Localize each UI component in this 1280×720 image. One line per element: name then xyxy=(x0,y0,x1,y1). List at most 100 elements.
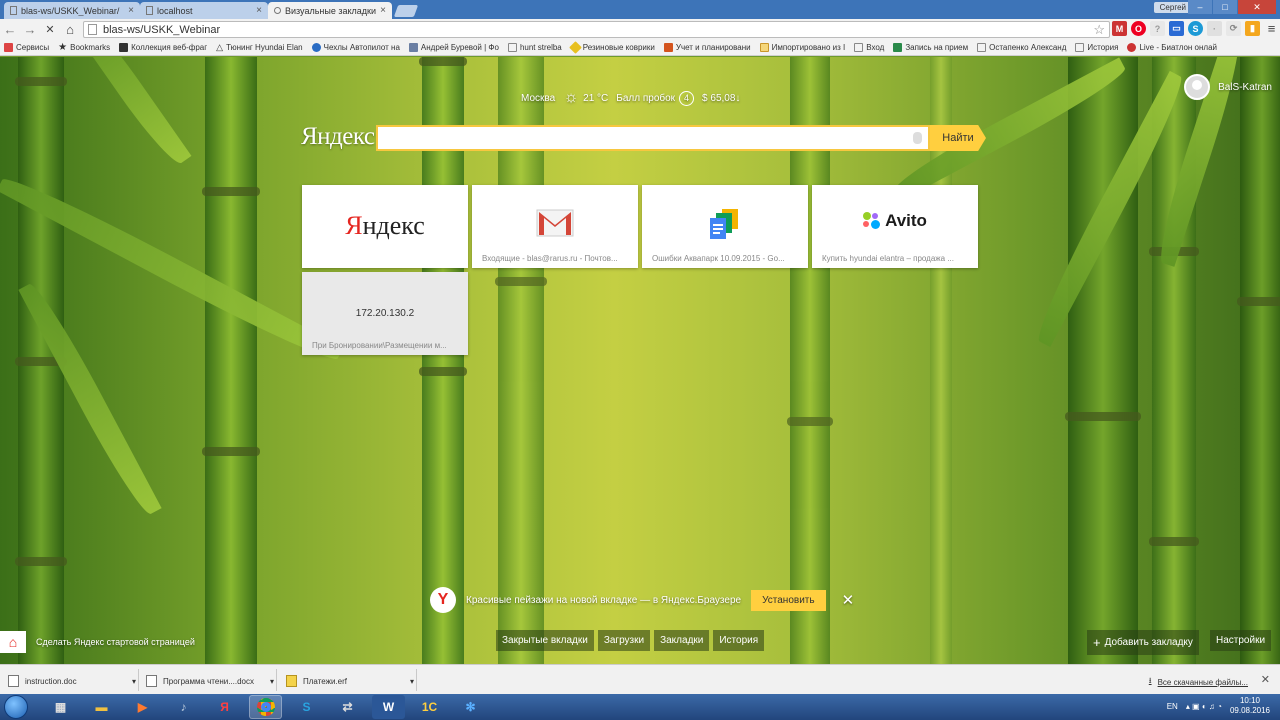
chevron-down-icon[interactable]: ▾ xyxy=(270,671,274,691)
tray-icons[interactable]: ▴ ▣ ◐ ♫ ◔ xyxy=(1186,702,1222,711)
maximize-button[interactable]: □ xyxy=(1213,0,1237,14)
address-bar[interactable]: blas-ws/USKK_Webinar ☆ xyxy=(83,21,1110,38)
bookmark-item[interactable]: Резиновые коврики xyxy=(568,41,655,54)
city-label[interactable]: Москва xyxy=(521,93,555,104)
bookmark-item[interactable]: История xyxy=(1075,43,1118,52)
bookmark-item[interactable]: Учет и планировани xyxy=(663,43,751,52)
install-button[interactable]: Установить xyxy=(751,589,826,611)
bookmark-item[interactable]: Андрей Буревой | Фо xyxy=(408,43,499,52)
bookmark-tile-gmail[interactable]: Входящие - blas@rarus.ru - Почтов... xyxy=(472,185,638,268)
search-input[interactable] xyxy=(376,125,930,151)
opera-extension-icon[interactable]: O xyxy=(1131,21,1146,36)
tab-localhost[interactable]: localhost × xyxy=(140,2,268,19)
1c-icon[interactable]: 1С xyxy=(413,695,446,719)
yandex-browser-icon[interactable]: Я xyxy=(208,695,241,719)
add-bookmark-button[interactable]: + Добавить закладку xyxy=(1087,630,1199,655)
menu-icon[interactable]: ≡ xyxy=(1264,21,1279,36)
tab-title: localhost xyxy=(157,5,193,16)
currency-rate[interactable]: $ 65,08↓ xyxy=(702,93,740,104)
new-tab-button[interactable] xyxy=(393,5,419,17)
yandex-browser-icon: Y xyxy=(430,587,456,613)
yandex-logo[interactable]: Яндекс xyxy=(301,123,375,151)
tab-strip: blas-ws/USKK_Webinar/ × localhost × Визу… xyxy=(0,0,1280,19)
bookmark-item[interactable]: Чехлы Автопилот на xyxy=(311,43,400,52)
word-icon[interactable]: W xyxy=(372,695,405,719)
download-item[interactable]: Платежи.erf xyxy=(286,671,410,691)
start-button[interactable] xyxy=(4,695,28,719)
translate-extension-icon[interactable]: ▭ xyxy=(1169,21,1184,36)
back-button[interactable]: ← xyxy=(0,20,20,40)
bookmark-item[interactable]: ★ Bookmarks xyxy=(58,42,110,53)
bookmark-tile-ip[interactable]: 172.20.130.2 При Бронировании\Размещении… xyxy=(302,272,468,355)
sun-icon: ☼ xyxy=(563,89,579,106)
downloads-button[interactable]: Загрузки xyxy=(597,630,651,651)
microphone-icon[interactable] xyxy=(913,132,922,144)
skype-icon[interactable]: S xyxy=(290,695,323,719)
download-item[interactable]: Программа чтени....docx xyxy=(146,671,270,691)
extension-icon[interactable]: · xyxy=(1207,21,1222,36)
weather-widget[interactable]: ☼ 21 °C xyxy=(563,89,608,106)
stop-loading-button[interactable]: ✕ xyxy=(40,20,60,40)
download-item[interactable]: instruction.doc xyxy=(8,671,132,691)
page-icon xyxy=(146,6,153,15)
history-button[interactable]: История xyxy=(713,630,765,651)
tile-caption: Купить hyundai elantra – продажа ... xyxy=(822,254,954,263)
tab-visual-bookmarks[interactable]: Визуальные закладки × xyxy=(268,2,392,19)
make-homepage-link[interactable]: ⌂ Сделать Яндекс стартовой страницей xyxy=(0,631,195,653)
bookmark-item[interactable]: Коллекция веб-фраг xyxy=(119,43,207,52)
apps-grid-icon[interactable]: ▦ xyxy=(44,695,77,719)
home-button[interactable]: ⌂ xyxy=(60,20,80,40)
tile-caption: При Бронировании\Размещении м... xyxy=(312,341,447,350)
bottom-bar: ⌂ Сделать Яндекс стартовой страницей Зак… xyxy=(0,629,1280,655)
close-icon[interactable]: × xyxy=(128,5,134,16)
tab-webinar[interactable]: blas-ws/USKK_Webinar/ × xyxy=(4,2,140,19)
minimize-button[interactable]: – xyxy=(1188,0,1212,14)
close-icon[interactable]: × xyxy=(256,5,262,16)
bookmark-item[interactable]: hunt strelba xyxy=(507,43,562,52)
bookmark-item[interactable]: △ Тюнинг Hyundai Elan xyxy=(216,42,303,53)
close-icon[interactable]: ✕ xyxy=(842,591,855,609)
chrome-icon[interactable] xyxy=(249,695,282,719)
closed-tabs-button[interactable]: Закрытые вкладки xyxy=(496,630,594,651)
all-downloads-link[interactable]: ⭳ Все скачанные файлы... xyxy=(1149,675,1248,689)
sound-icon[interactable]: ♪ xyxy=(167,695,200,719)
skype-extension-icon[interactable]: S xyxy=(1188,21,1203,36)
bookmark-tile-google-docs[interactable]: Ошибки Аквапарк 10.09.2015 - Go... xyxy=(642,185,808,268)
chevron-down-icon[interactable]: ▾ xyxy=(132,671,136,691)
page-icon xyxy=(977,43,987,52)
bookmark-item[interactable]: Вход xyxy=(854,43,884,52)
media-player-icon[interactable]: ▶ xyxy=(126,695,159,719)
bookmark-extension-icon[interactable]: ▮ xyxy=(1245,21,1260,36)
bookmark-star-icon[interactable]: ☆ xyxy=(1093,22,1105,38)
clock[interactable]: 10:10 09.08.2016 xyxy=(1230,696,1270,716)
gmail-extension-icon[interactable]: M xyxy=(1112,21,1127,36)
bookmark-item[interactable]: Live - Биатлон онлай xyxy=(1127,43,1217,52)
chevron-down-icon[interactable]: ▾ xyxy=(410,671,414,691)
extension-icon[interactable]: ? xyxy=(1150,21,1165,36)
profile-widget[interactable]: BalS-Katran xyxy=(1184,74,1272,100)
close-icon[interactable]: ✕ xyxy=(1261,673,1270,686)
window-close-button[interactable]: ✕ xyxy=(1238,0,1276,14)
traffic-widget[interactable]: Балл пробок 4 xyxy=(616,90,695,106)
bookmark-folder[interactable]: Импортировано из I xyxy=(759,43,845,52)
loading-icon xyxy=(274,7,281,14)
bookmark-item[interactable]: Остапенко Александ xyxy=(977,43,1066,52)
bookmark-item[interactable]: Запись на прием xyxy=(893,43,968,52)
profile-chip[interactable]: Сергей xyxy=(1153,2,1192,13)
bookmark-tile-avito[interactable]: Avito Купить hyundai elantra – продажа .… xyxy=(812,185,978,268)
site-icon: △ xyxy=(216,42,224,52)
forward-button[interactable]: → xyxy=(20,20,40,40)
explorer-icon[interactable]: ▬ xyxy=(85,695,118,719)
site-icon xyxy=(1127,43,1137,52)
extension-icon[interactable]: ⟳ xyxy=(1226,21,1241,36)
search-button[interactable]: Найти xyxy=(930,125,986,151)
bookmarks-button[interactable]: Закладки xyxy=(654,630,710,651)
settings-button[interactable]: Настройки xyxy=(1210,630,1272,651)
snowflake-icon[interactable]: ✻ xyxy=(454,695,487,719)
bottom-nav: Закрытые вкладки Загрузки Закладки Истор… xyxy=(496,630,765,651)
bookmark-tile-yandex[interactable]: Яндекс xyxy=(302,185,468,268)
language-indicator[interactable]: EN xyxy=(1167,702,1178,711)
bookmark-item[interactable]: Сервисы xyxy=(4,43,49,52)
network-icon[interactable]: ⇄ xyxy=(331,695,364,719)
close-icon[interactable]: × xyxy=(380,5,386,16)
